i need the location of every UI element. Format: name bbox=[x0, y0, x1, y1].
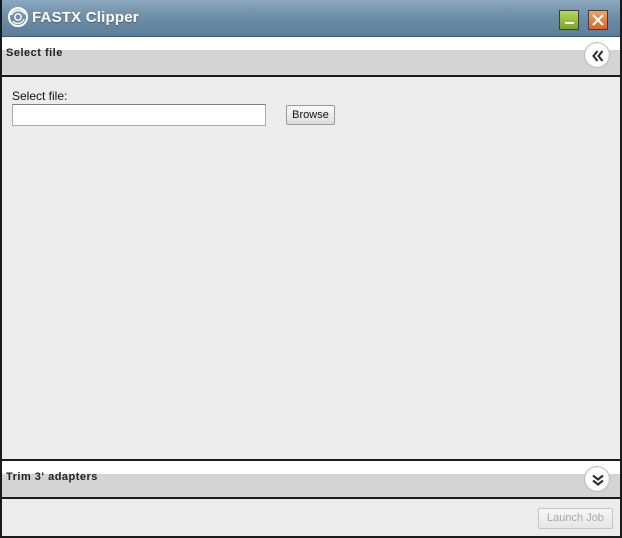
double-chevron-left-icon bbox=[592, 50, 604, 62]
section-header-select-file[interactable]: Select file bbox=[2, 37, 620, 77]
double-chevron-down-icon bbox=[592, 474, 604, 486]
window-title: FASTX Clipper bbox=[32, 9, 139, 26]
close-icon bbox=[592, 14, 604, 26]
collapse-section-button[interactable] bbox=[584, 42, 610, 68]
section-title: Select file bbox=[6, 47, 63, 59]
app-logo-icon bbox=[8, 7, 28, 27]
title-bar[interactable]: FASTX Clipper bbox=[2, 0, 620, 37]
section-header-trim-adapters[interactable]: Trim 3' adapters bbox=[2, 459, 620, 499]
select-file-panel: Select file: Browse bbox=[2, 77, 620, 459]
section-title: Trim 3' adapters bbox=[6, 471, 98, 483]
browse-button[interactable]: Browse bbox=[286, 105, 335, 125]
footer-bar: Launch Job bbox=[2, 499, 620, 536]
file-path-input[interactable] bbox=[12, 104, 266, 126]
expand-section-button[interactable] bbox=[584, 466, 610, 492]
launch-job-button[interactable]: Launch Job bbox=[538, 508, 613, 529]
fastx-clipper-window: FASTX Clipper Select file Select file: B… bbox=[0, 0, 622, 538]
close-button[interactable] bbox=[588, 10, 608, 30]
select-file-label: Select file: bbox=[12, 89, 68, 103]
minimize-button[interactable] bbox=[559, 10, 579, 30]
